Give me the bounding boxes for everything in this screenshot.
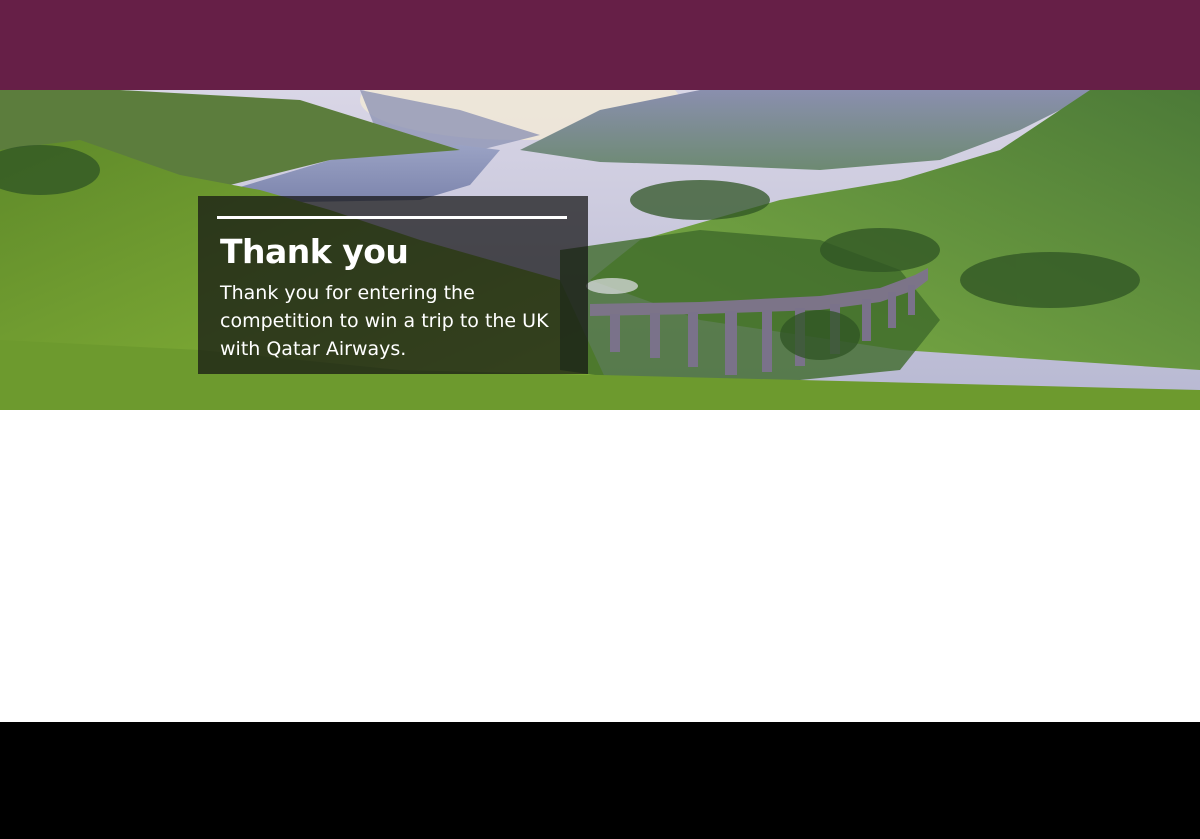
landscape-photo xyxy=(0,90,1200,410)
content-area xyxy=(0,410,1200,722)
thank-you-card: Thank you Thank you for entering the com… xyxy=(198,196,588,374)
page: Thank you Thank you for entering the com… xyxy=(0,0,1200,839)
hero-banner: Thank you Thank you for entering the com… xyxy=(0,90,1200,410)
card-message: Thank you for entering the competition t… xyxy=(220,282,549,360)
footer-bar xyxy=(0,722,1200,839)
card-divider xyxy=(217,216,567,219)
card-title: Thank you xyxy=(220,232,409,271)
header-bar xyxy=(0,0,1200,90)
